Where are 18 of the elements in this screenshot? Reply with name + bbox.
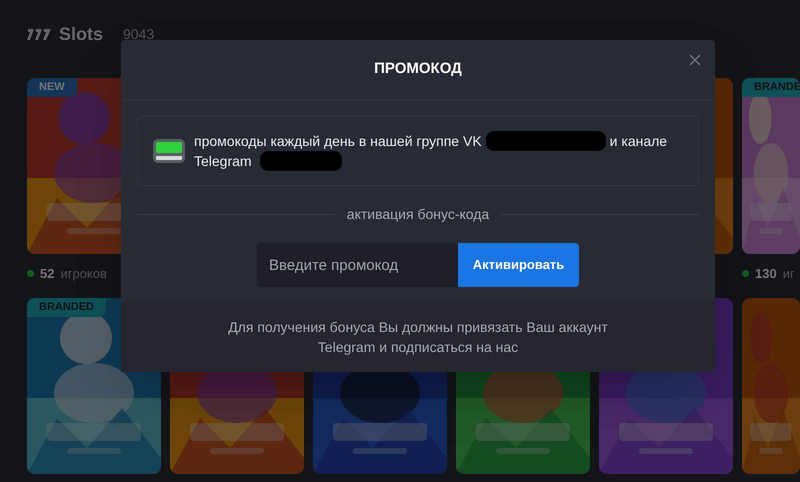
pager-icon	[152, 137, 186, 165]
sevens-logo-icon	[27, 27, 51, 41]
close-icon[interactable]	[689, 54, 701, 66]
player-label: иг	[782, 265, 795, 283]
player-count: 130	[755, 265, 777, 283]
footer-note: Для получения бонуса Вы должны привязать Ваш аккаунт Telegram и подписаться на нас	[227, 318, 609, 357]
info-text: промокоды каждый день в нашей группе VK	[194, 132, 482, 151]
section-label: активация бонус-кода	[346, 205, 490, 224]
promo-code-field[interactable]: Введите промокод	[257, 243, 458, 287]
info-text: Telegram	[194, 152, 252, 171]
game-badge: BRANDED	[27, 298, 106, 316]
game-badge: NEW	[27, 78, 77, 96]
player-label: игроков	[60, 265, 107, 283]
section-title: Slots	[59, 22, 104, 46]
activate-button[interactable]: Активировать	[458, 243, 579, 287]
player-count: 52	[40, 265, 54, 283]
modal-title: ПРОМОКОД	[374, 59, 462, 80]
info-text: и канале	[610, 132, 668, 151]
